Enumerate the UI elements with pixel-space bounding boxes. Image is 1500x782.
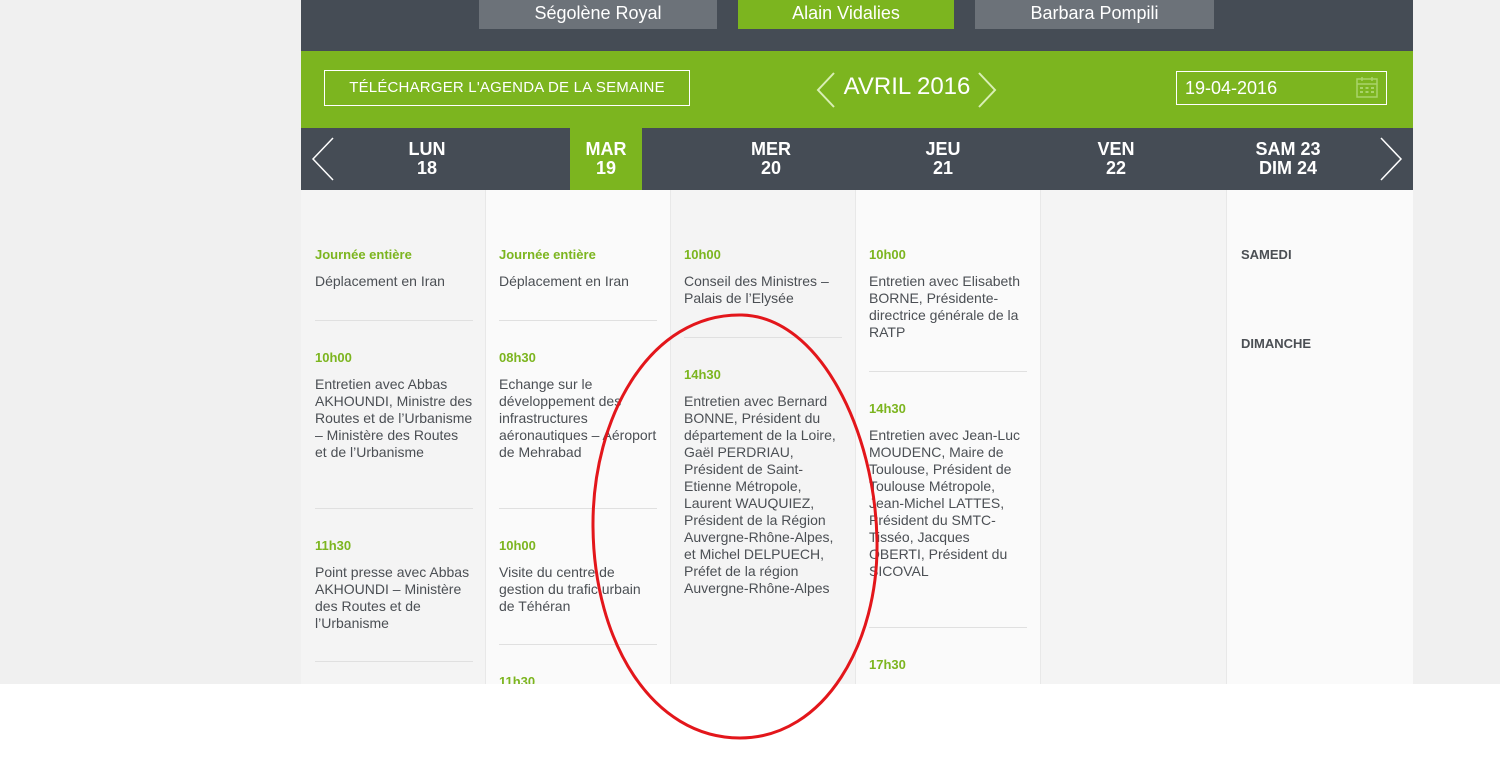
event-time: 10h00	[315, 350, 352, 365]
event-description: Entretien avec Jean-Luc MOUDENC, Maire d…	[869, 427, 1020, 579]
event-divider	[315, 661, 473, 662]
month-label: AVRIL 2016	[843, 73, 971, 100]
event-divider	[869, 371, 1027, 372]
day-thursday[interactable]: JEU 21	[887, 128, 999, 190]
event-description: Déplacement en Iran	[315, 273, 445, 289]
event-description: Visite du centre de gestion du trafic ur…	[499, 564, 641, 614]
tab-alain-vidalies[interactable]: Alain Vidalies	[738, 0, 954, 29]
event[interactable]: 11h30	[499, 674, 657, 684]
day-number: 21	[932, 158, 954, 178]
day-wednesday[interactable]: MER 20	[715, 128, 827, 190]
sunday-label: DIMANCHE	[1241, 336, 1312, 351]
day-number: DIM 24	[1258, 158, 1318, 178]
event-description: Conseil des Ministres – Palais de l’Elys…	[684, 273, 829, 306]
column-tuesday: Journée entière Déplacement en Iran 08h3…	[485, 190, 670, 684]
agenda-widget: Ségolène Royal Alain Vidalies Barbara Po…	[301, 0, 1413, 684]
event-divider	[499, 320, 657, 321]
column-wednesday: 10h00 Conseil des Ministres – Palais de …	[670, 190, 855, 684]
event[interactable]: 14h30 Entretien avec Bernard BONNE, Prés…	[684, 367, 842, 597]
day-number: 18	[416, 158, 438, 178]
day-number: 22	[1105, 158, 1127, 178]
column-weekend: SAMEDI DIMANCHE	[1226, 190, 1413, 684]
column-divider	[670, 190, 671, 684]
day-name: SAM 23	[1255, 139, 1321, 159]
previous-week-chevron-icon[interactable]	[310, 136, 336, 182]
event-time: 08h30	[499, 350, 536, 365]
event-description: Déplacement en Iran	[499, 273, 629, 289]
event-description: Entretien avec Abbas AKHOUNDI, Ministre …	[315, 376, 473, 460]
day-name: VEN	[1097, 139, 1135, 159]
tab-barbara-pompili[interactable]: Barbara Pompili	[975, 0, 1214, 29]
event-time: Journée entière	[499, 247, 596, 262]
tab-segolene-royal[interactable]: Ségolène Royal	[479, 0, 717, 29]
column-monday: Journée entière Déplacement en Iran 10h0…	[301, 190, 485, 684]
event-time: 10h00	[499, 538, 536, 553]
page-background-right	[1413, 0, 1500, 684]
column-divider	[1040, 190, 1041, 684]
event[interactable]: Journée entière Déplacement en Iran	[315, 247, 473, 290]
event[interactable]: 10h00 Conseil des Ministres – Palais de …	[684, 247, 842, 307]
event-description: Point presse avec Abbas AKHOUNDI – Minis…	[315, 564, 470, 631]
event-time: 17h30	[869, 657, 906, 672]
day-name: LUN	[408, 139, 446, 159]
agenda-header: TÉLÉCHARGER L'AGENDA DE LA SEMAINE AVRIL…	[301, 51, 1413, 128]
previous-month-chevron-icon[interactable]	[816, 72, 836, 108]
page-background-left	[0, 0, 301, 684]
event[interactable]: 11h30 Point presse avec Abbas AKHOUNDI –…	[315, 538, 473, 632]
event-divider	[499, 508, 657, 509]
column-thursday: 10h00 Entretien avec Elisabeth BORNE, Pr…	[855, 190, 1040, 684]
saturday-label: SAMEDI	[1241, 247, 1292, 262]
day-name: MAR	[585, 139, 627, 159]
event[interactable]: 14h30 Entretien avec Jean-Luc MOUDENC, M…	[869, 401, 1027, 580]
next-month-chevron-icon[interactable]	[977, 72, 997, 108]
event[interactable]: 17h30	[869, 657, 1027, 672]
event[interactable]: Journée entière Déplacement en Iran	[499, 247, 657, 290]
day-number: 20	[760, 158, 782, 178]
event-description: Entretien avec Bernard BONNE, Président …	[684, 393, 836, 596]
event[interactable]: 10h00 Entretien avec Abbas AKHOUNDI, Min…	[315, 350, 473, 461]
next-week-chevron-icon[interactable]	[1378, 136, 1404, 182]
event-time: 14h30	[684, 367, 721, 382]
column-divider	[855, 190, 856, 684]
day-tuesday-active[interactable]: MAR 19	[570, 128, 642, 190]
event-time: Journée entière	[315, 247, 412, 262]
calendar-icon[interactable]	[1356, 76, 1378, 98]
event-description: Echange sur le développement des infrast…	[499, 376, 657, 460]
event-divider	[315, 320, 473, 321]
event-time: 11h30	[499, 674, 536, 684]
event[interactable]: 08h30 Echange sur le développement des i…	[499, 350, 657, 461]
event-description: Entretien avec Elisabeth BORNE, Présiden…	[869, 273, 1020, 340]
column-divider	[1226, 190, 1227, 684]
download-week-agenda-button[interactable]: TÉLÉCHARGER L'AGENDA DE LA SEMAINE	[324, 70, 690, 106]
event[interactable]: 10h00 Visite du centre de gestion du tra…	[499, 538, 657, 615]
week-day-row: LUN 18 MAR 19 MER 20 JEU 21 VEN 22 SAM 23 DIM …	[301, 128, 1413, 190]
event-divider	[869, 627, 1027, 628]
column-divider	[485, 190, 486, 684]
event-time: 11h30	[315, 538, 352, 553]
event-divider	[315, 508, 473, 509]
event-time: 10h00	[684, 247, 721, 262]
day-name: JEU	[925, 139, 961, 159]
people-tab-bar: Ségolène Royal Alain Vidalies Barbara Po…	[301, 0, 1413, 51]
day-monday[interactable]: LUN 18	[371, 128, 483, 190]
day-friday[interactable]: VEN 22	[1060, 128, 1172, 190]
event-divider	[499, 644, 657, 645]
day-weekend[interactable]: SAM 23 DIM 24	[1232, 128, 1344, 190]
event-time: 10h00	[869, 247, 906, 262]
event-time: 14h30	[869, 401, 906, 416]
day-name: MER	[751, 139, 791, 159]
event-divider	[684, 337, 842, 338]
event[interactable]: 10h00 Entretien avec Elisabeth BORNE, Pr…	[869, 247, 1027, 341]
day-number: 19	[595, 158, 617, 178]
column-friday	[1040, 190, 1226, 684]
